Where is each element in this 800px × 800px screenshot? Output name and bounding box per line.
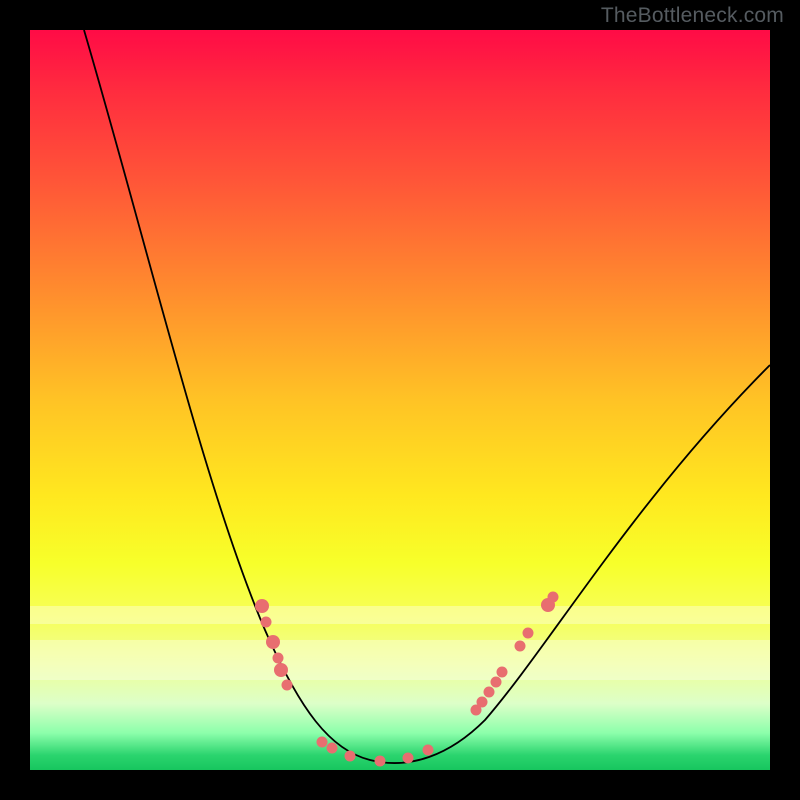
watermark-text: TheBottleneck.com	[601, 4, 784, 28]
marker	[317, 737, 328, 748]
marker	[548, 592, 559, 603]
marker	[345, 751, 356, 762]
marker	[497, 667, 508, 678]
marker	[327, 743, 338, 754]
marker	[282, 680, 293, 691]
marker	[423, 745, 434, 756]
marker	[274, 663, 288, 677]
marker	[273, 653, 284, 664]
marker	[484, 687, 495, 698]
marker	[255, 599, 269, 613]
marker-group	[255, 592, 559, 767]
marker	[375, 756, 386, 767]
marker	[261, 617, 272, 628]
marker	[403, 753, 414, 764]
chart-svg	[30, 30, 770, 770]
marker	[491, 677, 502, 688]
marker	[515, 641, 526, 652]
marker	[266, 635, 280, 649]
marker	[523, 628, 534, 639]
plot-frame	[30, 30, 770, 770]
marker	[477, 697, 488, 708]
bottleneck-curve	[84, 30, 770, 763]
